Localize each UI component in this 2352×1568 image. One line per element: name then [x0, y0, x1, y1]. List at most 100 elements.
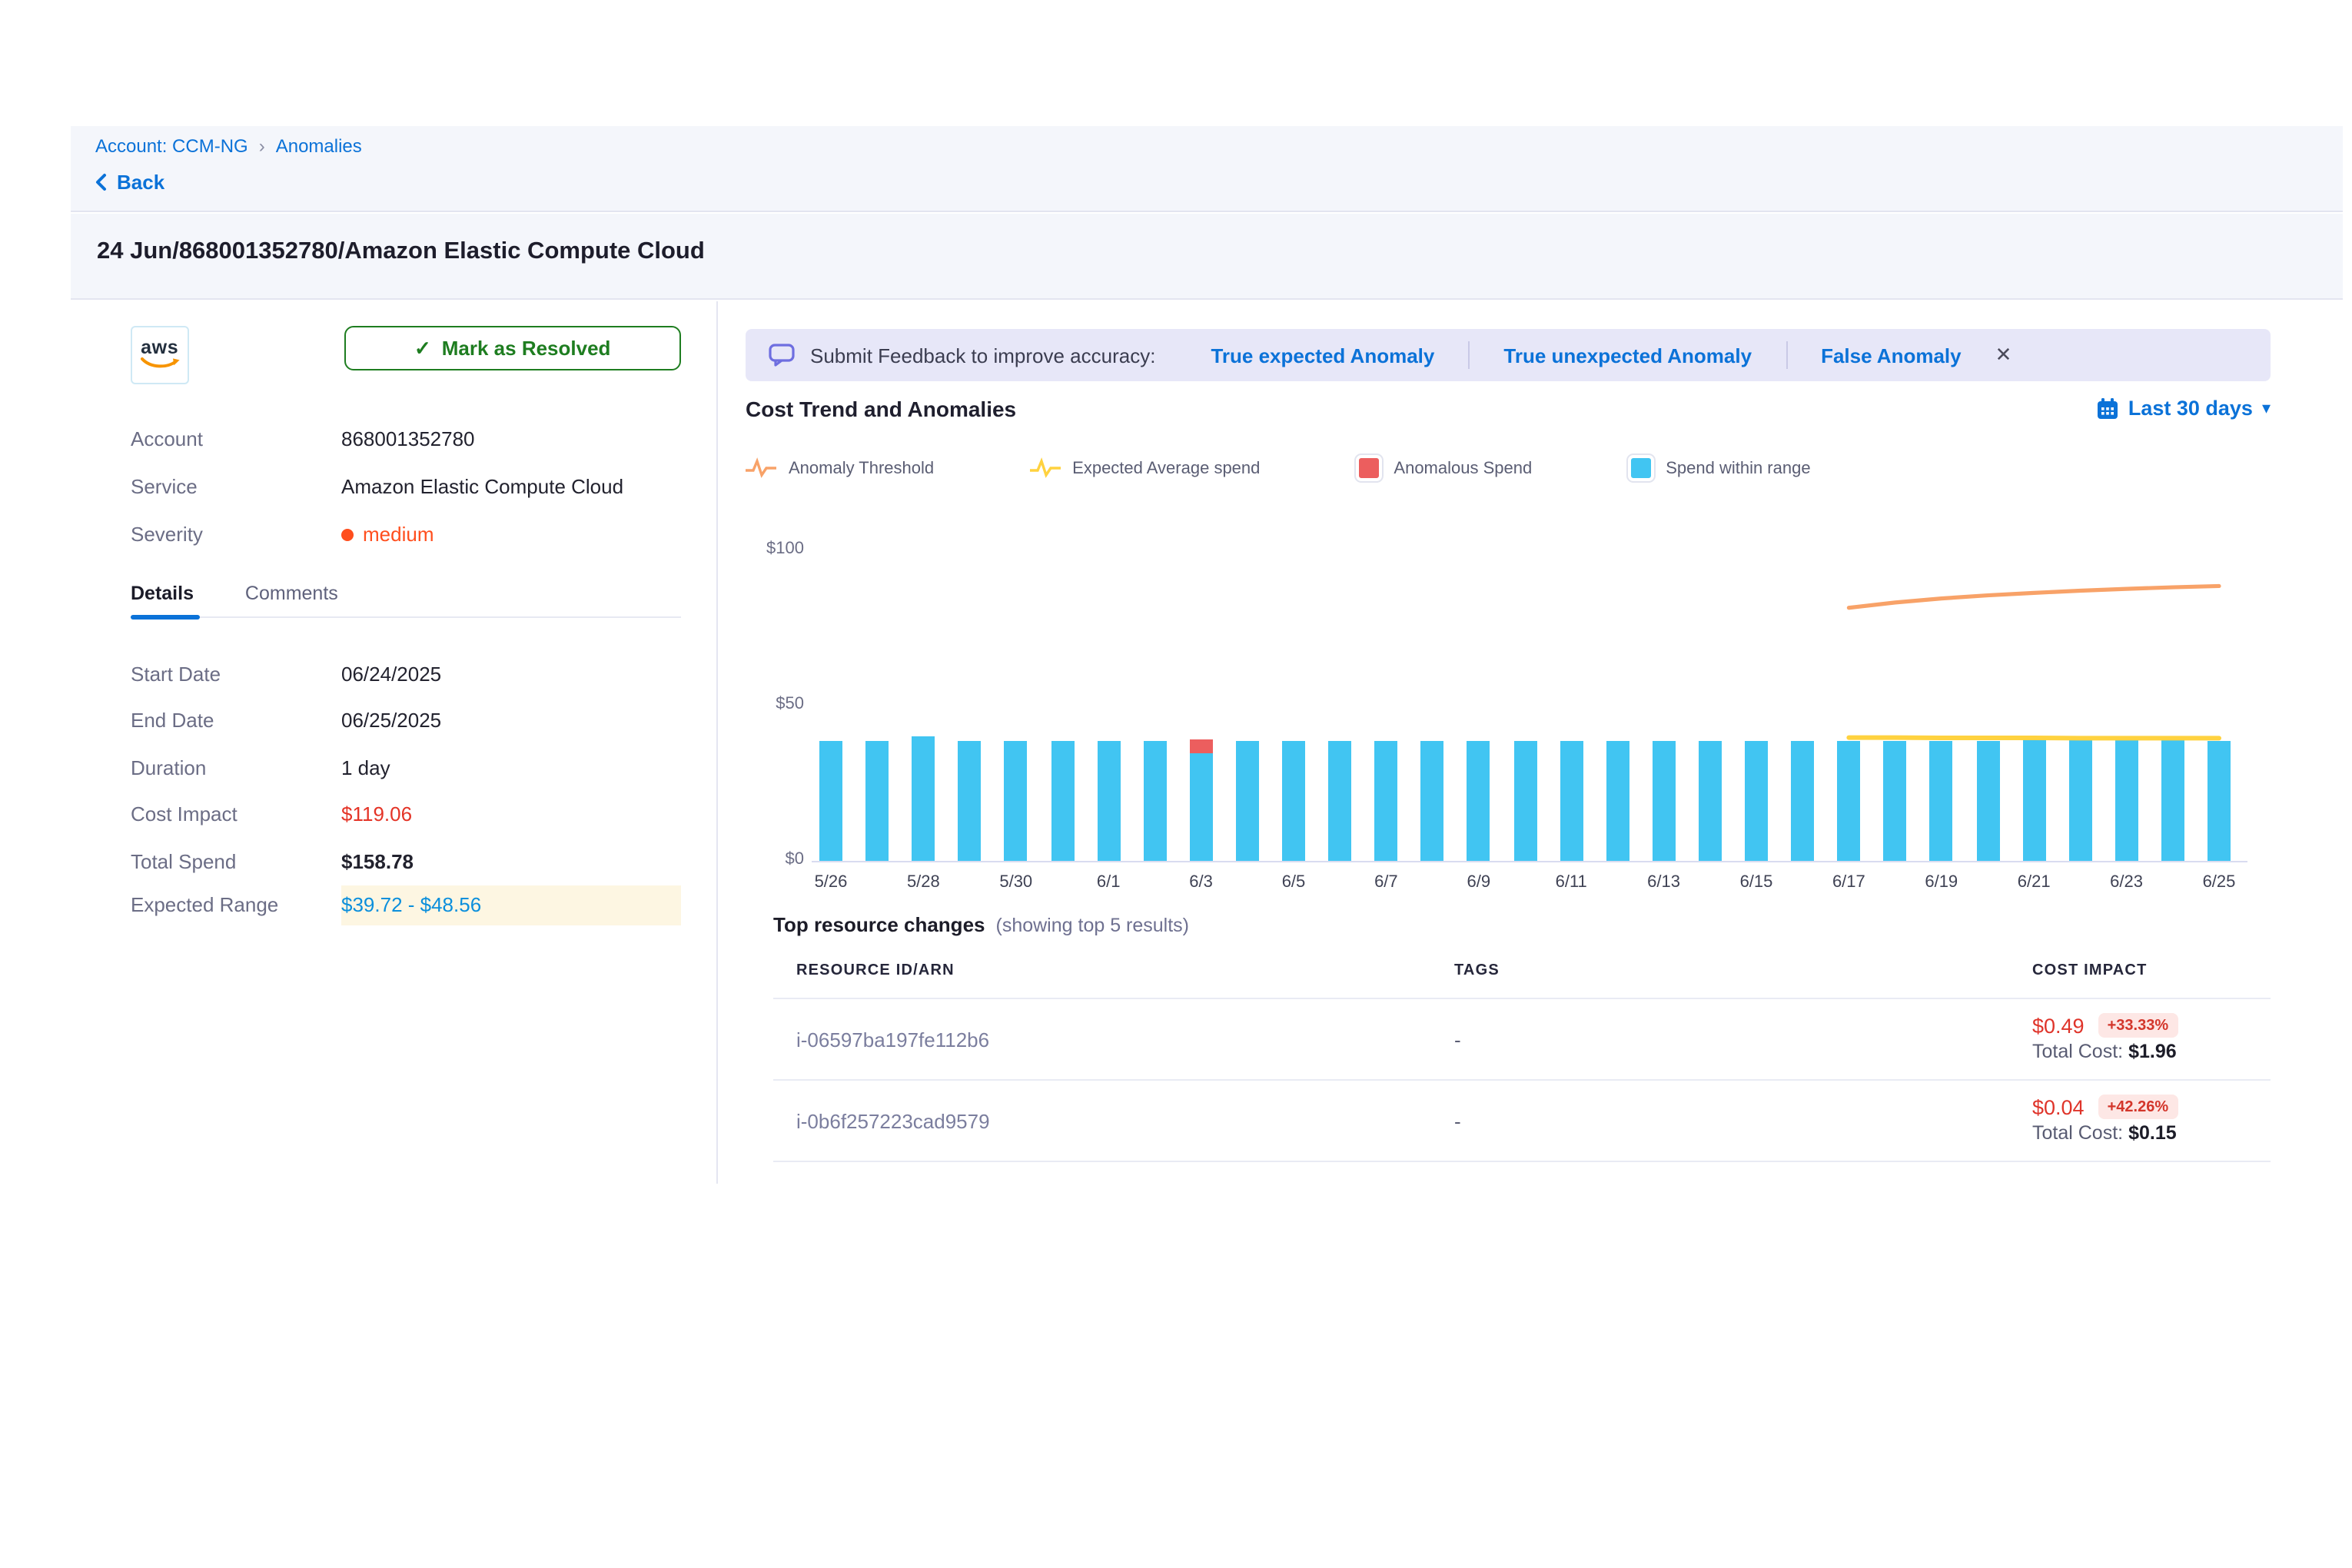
total-cost: Total Cost: $0.15 — [2032, 1122, 2177, 1144]
bar[interactable] — [958, 741, 982, 861]
service-label: Service — [131, 475, 341, 498]
bar[interactable] — [1606, 741, 1629, 861]
back-button[interactable]: Back — [94, 171, 164, 194]
feedback-option-true-unexpected[interactable]: True unexpected Anomaly — [1503, 344, 1752, 367]
bar[interactable] — [1467, 741, 1490, 861]
blue-square-icon — [1627, 455, 1653, 481]
bar[interactable] — [1699, 741, 1722, 861]
cost-impact-row: Cost Impact $119.06 — [131, 791, 681, 838]
breadcrumb-account-link[interactable]: Account: CCM-NG — [95, 135, 248, 157]
active-tab-underline — [131, 615, 200, 620]
chart-plot — [819, 550, 2231, 861]
x-axis-label: 6/13 — [1633, 873, 1695, 892]
table-row[interactable]: i-0b6f257223cad9579 - $0.04 +42.26% Tota… — [773, 1081, 2271, 1162]
bar[interactable] — [1791, 741, 1814, 861]
anomalous-bar-segment — [1190, 739, 1213, 753]
chevron-left-icon — [94, 172, 109, 192]
breadcrumb: Account: CCM-NG › Anomalies — [95, 135, 362, 157]
severity-label: Severity — [131, 523, 341, 546]
bar[interactable] — [2161, 739, 2184, 861]
cost-impact-amount: $0.49 — [2032, 1014, 2085, 1037]
pulse-line-icon — [746, 457, 776, 480]
aws-smile-icon — [140, 357, 180, 370]
change-percent-badge: +33.33% — [2098, 1013, 2178, 1038]
bar[interactable] — [1560, 741, 1583, 861]
bar[interactable] — [1513, 741, 1536, 861]
bar[interactable] — [1976, 740, 1999, 861]
bar[interactable] — [1282, 741, 1305, 861]
resource-id: i-0b6f257223cad9579 — [796, 1109, 1454, 1132]
date-range-picker[interactable]: Last 30 days ▾ — [2098, 397, 2271, 420]
bar[interactable] — [865, 741, 889, 861]
range-label: Last 30 days — [2128, 397, 2253, 420]
start-date-value: 06/24/2025 — [341, 663, 681, 686]
bar[interactable] — [1930, 740, 1953, 861]
x-axis-line — [812, 861, 2247, 862]
bar[interactable] — [1097, 741, 1120, 861]
close-icon[interactable]: ✕ — [1995, 343, 2012, 367]
feedback-option-false-anomaly[interactable]: False Anomaly — [1821, 344, 1962, 367]
column-resource-id: RESOURCE ID/ARN — [796, 962, 1454, 979]
x-axis-label: 6/1 — [1078, 873, 1139, 892]
mark-as-resolved-button[interactable]: ✓ Mark as Resolved — [344, 326, 681, 370]
x-axis-label: 6/17 — [1818, 873, 1879, 892]
tabs-divider — [131, 616, 681, 618]
speech-bubble-icon — [769, 343, 796, 367]
severity-value: medium — [363, 523, 434, 546]
bar[interactable] — [819, 741, 842, 861]
page-title: 24 Jun/868001352780/Amazon Elastic Compu… — [97, 238, 705, 266]
bar[interactable] — [1051, 741, 1074, 861]
bar[interactable] — [912, 736, 935, 861]
bar[interactable] — [1745, 741, 1768, 861]
bar[interactable] — [1190, 739, 1213, 861]
resource-cost-cell: $0.49 +33.33% Total Cost: $1.96 — [2032, 1013, 2271, 1065]
bar[interactable] — [1653, 741, 1676, 861]
legend-expected-average: Expected Average spend — [1029, 457, 1260, 480]
chart-title: Cost Trend and Anomalies — [746, 397, 1016, 421]
breadcrumb-anomalies-link[interactable]: Anomalies — [276, 135, 362, 157]
feedback-bar: Submit Feedback to improve accuracy: Tru… — [746, 329, 2271, 381]
x-axis-label: 6/3 — [1171, 873, 1232, 892]
duration-value: 1 day — [341, 756, 681, 779]
end-date-row: End Date 06/25/2025 — [131, 697, 681, 744]
bar[interactable] — [1374, 741, 1397, 861]
bar[interactable] — [1884, 740, 1907, 861]
resource-tags: - — [1454, 1109, 2032, 1132]
y-axis-tick: $100 — [746, 540, 804, 558]
total-spend-label: Total Spend — [131, 850, 341, 873]
detail-tabs: Details Comments — [131, 580, 681, 620]
calendar-icon — [2098, 397, 2119, 419]
feedback-option-true-expected[interactable]: True expected Anomaly — [1211, 344, 1434, 367]
service-row: Service Amazon Elastic Compute Cloud — [131, 463, 681, 510]
bar[interactable] — [1236, 741, 1259, 861]
change-percent-badge: +42.26% — [2098, 1095, 2178, 1119]
panel-divider — [716, 301, 718, 1184]
feedback-prompt: Submit Feedback to improve accuracy: — [810, 344, 1155, 367]
cost-impact-value: $119.06 — [341, 803, 681, 826]
bar[interactable] — [2022, 740, 2045, 861]
severity-row: Severity medium — [131, 510, 681, 558]
bar[interactable] — [1421, 741, 1444, 861]
feedback-divider — [1468, 341, 1470, 369]
resources-subtitle: (showing top 5 results) — [996, 915, 1190, 936]
total-cost: Total Cost: $1.96 — [2032, 1041, 2177, 1062]
top-resource-changes: Top resource changes (showing top 5 resu… — [773, 913, 2271, 1162]
bar[interactable] — [2068, 740, 2091, 861]
y-axis-tick: $0 — [746, 850, 804, 869]
bar[interactable] — [1143, 741, 1166, 861]
x-axis-label: 5/28 — [892, 873, 954, 892]
bar[interactable] — [2207, 740, 2231, 861]
bar[interactable] — [1005, 741, 1028, 861]
resolve-button-label: Mark as Resolved — [442, 337, 611, 360]
details-list: Start Date 06/24/2025 End Date 06/25/202… — [131, 650, 681, 925]
tab-details[interactable]: Details — [131, 583, 194, 604]
anomaly-summary-panel: aws ✓ Mark as Resolved Account 868001352… — [131, 326, 681, 925]
duration-row: Duration 1 day — [131, 744, 681, 791]
bar[interactable] — [1328, 741, 1351, 861]
expected-range-value: $39.72 - $48.56 — [341, 885, 681, 925]
bar[interactable] — [1837, 740, 1860, 861]
bar[interactable] — [2115, 740, 2138, 861]
x-axis-label: 6/7 — [1355, 873, 1417, 892]
table-row[interactable]: i-06597ba197fe112b6 - $0.49 +33.33% Tota… — [773, 999, 2271, 1081]
tab-comments[interactable]: Comments — [245, 583, 338, 604]
